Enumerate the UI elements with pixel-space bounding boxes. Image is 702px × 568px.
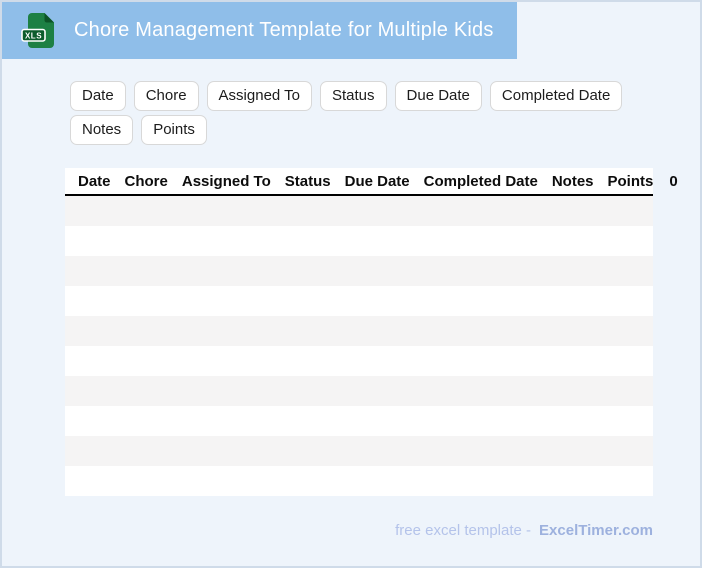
- chip-completed-date[interactable]: Completed Date: [489, 81, 623, 111]
- table-row: [65, 436, 653, 466]
- table-row: [65, 346, 653, 376]
- chore-table: Date Chore Assigned To Status Due Date Comple…: [65, 168, 678, 496]
- xls-badge-label: XLS: [25, 31, 42, 40]
- column-header-assigned-to: Assigned To: [181, 172, 271, 190]
- column-header-date: Date: [78, 172, 111, 190]
- page: XLS Chore Management Template for Multip…: [0, 0, 702, 568]
- table-header-row: Date Chore Assigned To Status Due Date Comple…: [65, 168, 678, 196]
- table-row: [65, 286, 653, 316]
- table-row: [65, 316, 653, 346]
- chip-chore[interactable]: Chore: [133, 81, 199, 111]
- footer-text: free excel template -: [395, 522, 532, 539]
- column-header-notes: Notes: [551, 172, 594, 190]
- page-title: Chore Management Template for Multiple K…: [74, 19, 494, 41]
- column-header-points: Points: [607, 172, 654, 190]
- chip-points[interactable]: Points: [141, 115, 207, 145]
- chip-notes[interactable]: Notes: [70, 115, 134, 145]
- table-row: [65, 256, 653, 286]
- file-fold: [44, 12, 54, 22]
- column-header-due-date: Due Date: [344, 172, 410, 190]
- table-body: [65, 196, 653, 496]
- column-chip-list: Date Chore Assigned To Status Due Date Comple…: [70, 81, 650, 145]
- table-row: [65, 196, 653, 226]
- column-header-status: Status: [284, 172, 331, 190]
- chip-date[interactable]: Date: [70, 81, 126, 111]
- table-row: [65, 466, 653, 496]
- table-row: [65, 406, 653, 436]
- footer-brand-link[interactable]: ExcelTimer.com: [539, 522, 653, 539]
- footer: free excel template - ExcelTimer.com: [65, 522, 653, 539]
- chip-status[interactable]: Status: [320, 81, 387, 111]
- table-row: [65, 226, 653, 256]
- column-header-completed-date: Completed Date: [423, 172, 538, 190]
- column-header-0: 0: [669, 172, 678, 190]
- chip-due-date[interactable]: Due Date: [394, 81, 482, 111]
- header-banner: XLS Chore Management Template for Multip…: [2, 2, 517, 59]
- chip-assigned-to[interactable]: Assigned To: [206, 81, 312, 111]
- column-header-chore: Chore: [124, 172, 168, 190]
- table-row: [65, 376, 653, 406]
- xls-file-icon: XLS: [21, 12, 54, 48]
